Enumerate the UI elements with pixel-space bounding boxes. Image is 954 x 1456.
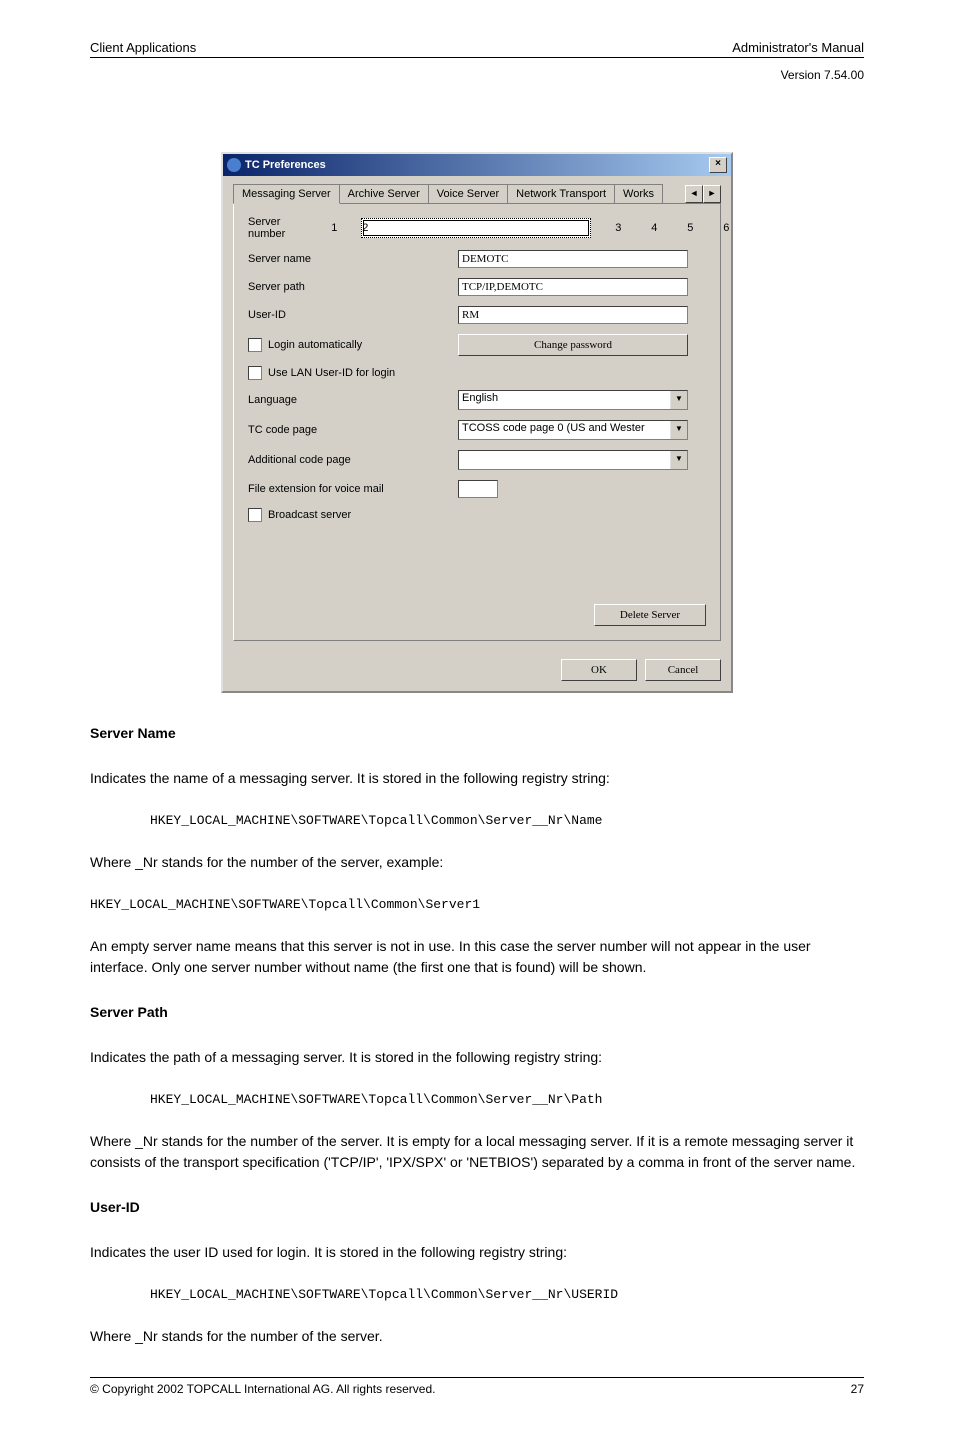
tab-messaging-server[interactable]: Messaging Server bbox=[233, 184, 340, 204]
tc-codepage-select[interactable]: TCOSS code page 0 (US and Wester ▼ bbox=[458, 420, 688, 440]
tab-scroll-right-icon[interactable]: ► bbox=[703, 185, 721, 203]
file-ext-label: File extension for voice mail bbox=[248, 483, 458, 495]
delete-server-button[interactable]: Delete Server bbox=[594, 604, 706, 626]
titlebar: TC Preferences × bbox=[223, 154, 731, 176]
add-codepage-value bbox=[459, 451, 670, 469]
dialog-title: TC Preferences bbox=[245, 159, 326, 171]
hdr-left: Client Applications bbox=[90, 40, 196, 55]
server-number-5[interactable]: 5 bbox=[681, 219, 699, 237]
server-path-input[interactable] bbox=[458, 278, 688, 296]
chevron-down-icon: ▼ bbox=[670, 391, 687, 409]
chevron-down-icon: ▼ bbox=[670, 421, 687, 439]
tab-scroll-left-icon[interactable]: ◄ bbox=[685, 185, 703, 203]
server-number-label: Server number bbox=[248, 216, 285, 240]
tc-codepage-label: TC code page bbox=[248, 424, 458, 436]
sn-p1: Indicates the name of a messaging server… bbox=[90, 768, 864, 789]
hdr-version: Version 7.54.00 bbox=[90, 68, 864, 82]
language-value: English bbox=[459, 391, 670, 409]
cancel-button[interactable]: Cancel bbox=[645, 659, 721, 681]
server-name-label: Server name bbox=[248, 253, 458, 265]
server-number-1[interactable]: 1 bbox=[325, 219, 343, 237]
ui-p2: Where _Nr stands for the number of the s… bbox=[90, 1326, 864, 1347]
sp-heading: Server Path bbox=[90, 1004, 168, 1020]
tab-archive-server[interactable]: Archive Server bbox=[339, 184, 429, 203]
sn-reg: HKEY_LOCAL_MACHINE\SOFTWARE\Topcall\Comm… bbox=[150, 813, 864, 828]
tc-codepage-value: TCOSS code page 0 (US and Wester bbox=[459, 421, 670, 439]
tab-network-transport[interactable]: Network Transport bbox=[507, 184, 615, 203]
server-path-label: Server path bbox=[248, 281, 458, 293]
ok-button[interactable]: OK bbox=[561, 659, 637, 681]
sp-reg: HKEY_LOCAL_MACHINE\SOFTWARE\Topcall\Comm… bbox=[150, 1092, 864, 1107]
change-password-button[interactable]: Change password bbox=[458, 334, 688, 356]
sn-heading: Server Name bbox=[90, 725, 176, 741]
server-number-6[interactable]: 6 bbox=[717, 219, 735, 237]
user-id-input[interactable] bbox=[458, 306, 688, 324]
use-lan-checkbox[interactable] bbox=[248, 366, 262, 380]
sn-reg2: HKEY_LOCAL_MACHINE\SOFTWARE\Topcall\Comm… bbox=[90, 897, 864, 912]
login-auto-label: Login automatically bbox=[268, 339, 362, 351]
server-number-4[interactable]: 4 bbox=[645, 219, 663, 237]
sn-p3: An empty server name means that this ser… bbox=[90, 936, 864, 978]
footer-page: 27 bbox=[851, 1382, 864, 1396]
server-number-2[interactable]: 2 bbox=[361, 218, 591, 238]
user-id-label: User-ID bbox=[248, 309, 458, 321]
ui-p1: Indicates the user ID used for login. It… bbox=[90, 1242, 864, 1263]
tabstrip: Messaging Server Archive Server Voice Se… bbox=[233, 184, 721, 204]
tab-voice-server[interactable]: Voice Server bbox=[428, 184, 508, 203]
app-icon bbox=[227, 158, 241, 172]
server-number-3[interactable]: 3 bbox=[609, 219, 627, 237]
hdr-right: Administrator's Manual bbox=[732, 40, 864, 55]
sp-p2: Where _Nr stands for the number of the s… bbox=[90, 1131, 864, 1173]
broadcast-checkbox[interactable] bbox=[248, 508, 262, 522]
sn-p2: Where _Nr stands for the number of the s… bbox=[90, 852, 864, 873]
use-lan-label: Use LAN User-ID for login bbox=[268, 367, 395, 379]
tc-preferences-dialog: TC Preferences × Messaging Server Archiv… bbox=[221, 152, 733, 693]
server-name-input[interactable] bbox=[458, 250, 688, 268]
login-auto-checkbox[interactable] bbox=[248, 338, 262, 352]
sp-p1: Indicates the path of a messaging server… bbox=[90, 1047, 864, 1068]
tab-works[interactable]: Works bbox=[614, 184, 663, 203]
add-codepage-select[interactable]: ▼ bbox=[458, 450, 688, 470]
ui-heading: User-ID bbox=[90, 1199, 140, 1215]
language-label: Language bbox=[248, 394, 458, 406]
add-codepage-label: Additional code page bbox=[248, 454, 458, 466]
broadcast-label: Broadcast server bbox=[268, 509, 351, 521]
language-select[interactable]: English ▼ bbox=[458, 390, 688, 410]
footer-copyright: © Copyright 2002 TOPCALL International A… bbox=[90, 1382, 435, 1396]
ui-reg: HKEY_LOCAL_MACHINE\SOFTWARE\Topcall\Comm… bbox=[150, 1287, 864, 1302]
close-icon[interactable]: × bbox=[709, 157, 727, 173]
file-ext-input[interactable] bbox=[458, 480, 498, 498]
chevron-down-icon: ▼ bbox=[670, 451, 687, 469]
